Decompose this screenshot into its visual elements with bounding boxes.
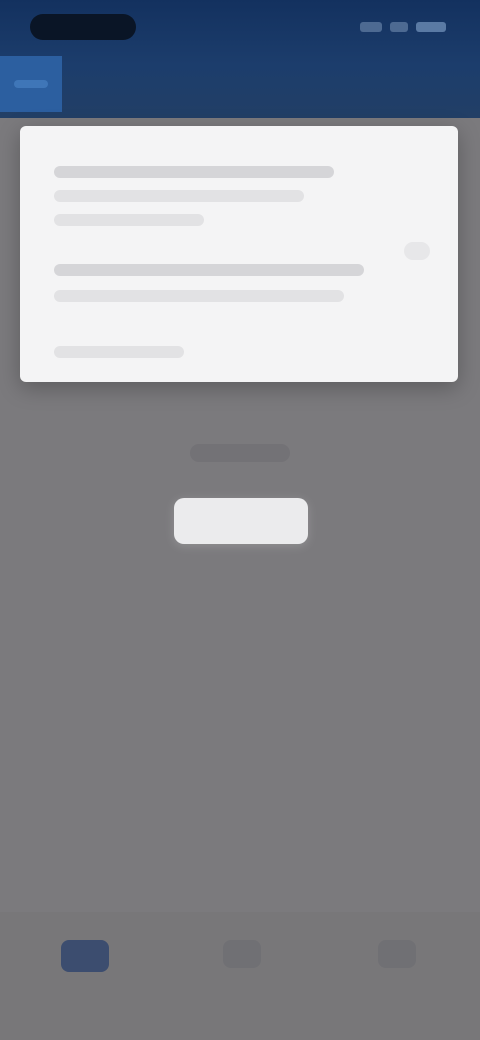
menu-button[interactable]: [0, 56, 62, 112]
dialog-line: [54, 214, 204, 226]
nav-item-settings[interactable]: [352, 940, 442, 1010]
close-icon[interactable]: [404, 242, 430, 260]
nav-item-label: [367, 978, 427, 990]
battery-icon: [416, 22, 446, 32]
dialog-card: [20, 126, 458, 382]
page-title: [150, 78, 330, 94]
signal-icon: [360, 22, 382, 32]
status-icons: [354, 20, 446, 34]
nav-item-label: [55, 982, 115, 994]
dialog-line: [54, 190, 304, 202]
nav-item-home[interactable]: [40, 940, 130, 1010]
dialog-line: [54, 264, 364, 276]
dialog-line: [54, 346, 184, 358]
dialog-line: [54, 166, 334, 178]
nav-item-label: [212, 978, 272, 990]
caption-text: [190, 444, 290, 462]
app-screen: [0, 0, 480, 1040]
app-header: [0, 0, 480, 118]
menu-icon: [14, 80, 48, 88]
action-button[interactable]: [174, 498, 308, 544]
dialog-line: [54, 290, 344, 302]
wifi-icon: [390, 22, 408, 32]
settings-icon: [378, 940, 416, 968]
nav-item-profile[interactable]: [197, 940, 287, 1010]
bottom-nav: [0, 912, 480, 1040]
home-icon: [61, 940, 109, 972]
status-bar: [0, 0, 480, 50]
status-time: [30, 14, 136, 40]
person-icon: [223, 940, 261, 968]
header-tabstrip: [0, 56, 480, 112]
